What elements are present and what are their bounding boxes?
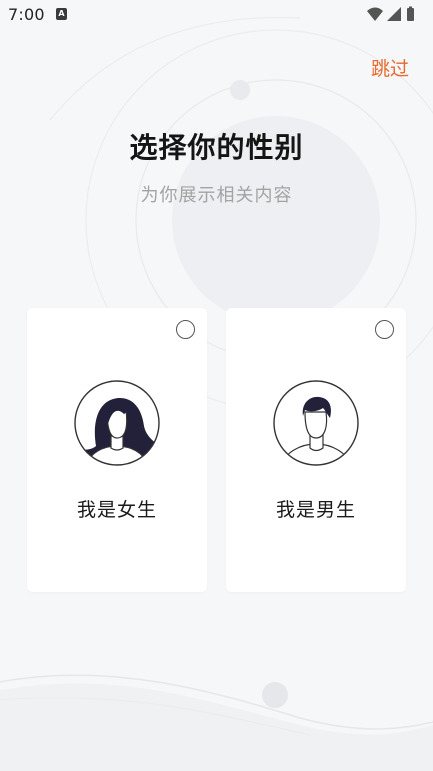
status-bar: 7:00 A — [0, 0, 433, 30]
male-avatar-icon — [273, 380, 359, 466]
signal-icon — [387, 7, 401, 21]
male-radio[interactable] — [375, 320, 394, 339]
page-subtitle: 为你展示相关内容 — [140, 185, 293, 206]
battery-icon — [407, 6, 414, 21]
male-option-card[interactable]: 我是男生 — [226, 308, 406, 592]
status-time: 7:00 — [8, 5, 45, 24]
notification-icon: A — [56, 8, 67, 20]
female-radio[interactable] — [176, 320, 195, 339]
male-option-label: 我是男生 — [275, 499, 356, 521]
female-option-card[interactable]: 我是女生 — [27, 308, 207, 592]
female-avatar-icon — [74, 380, 160, 466]
skip-button[interactable]: 跳过 — [371, 54, 409, 81]
status-icons — [367, 6, 414, 21]
page-title: 选择你的性别 — [129, 131, 304, 164]
wifi-icon — [367, 7, 383, 21]
female-option-label: 我是女生 — [76, 499, 157, 521]
